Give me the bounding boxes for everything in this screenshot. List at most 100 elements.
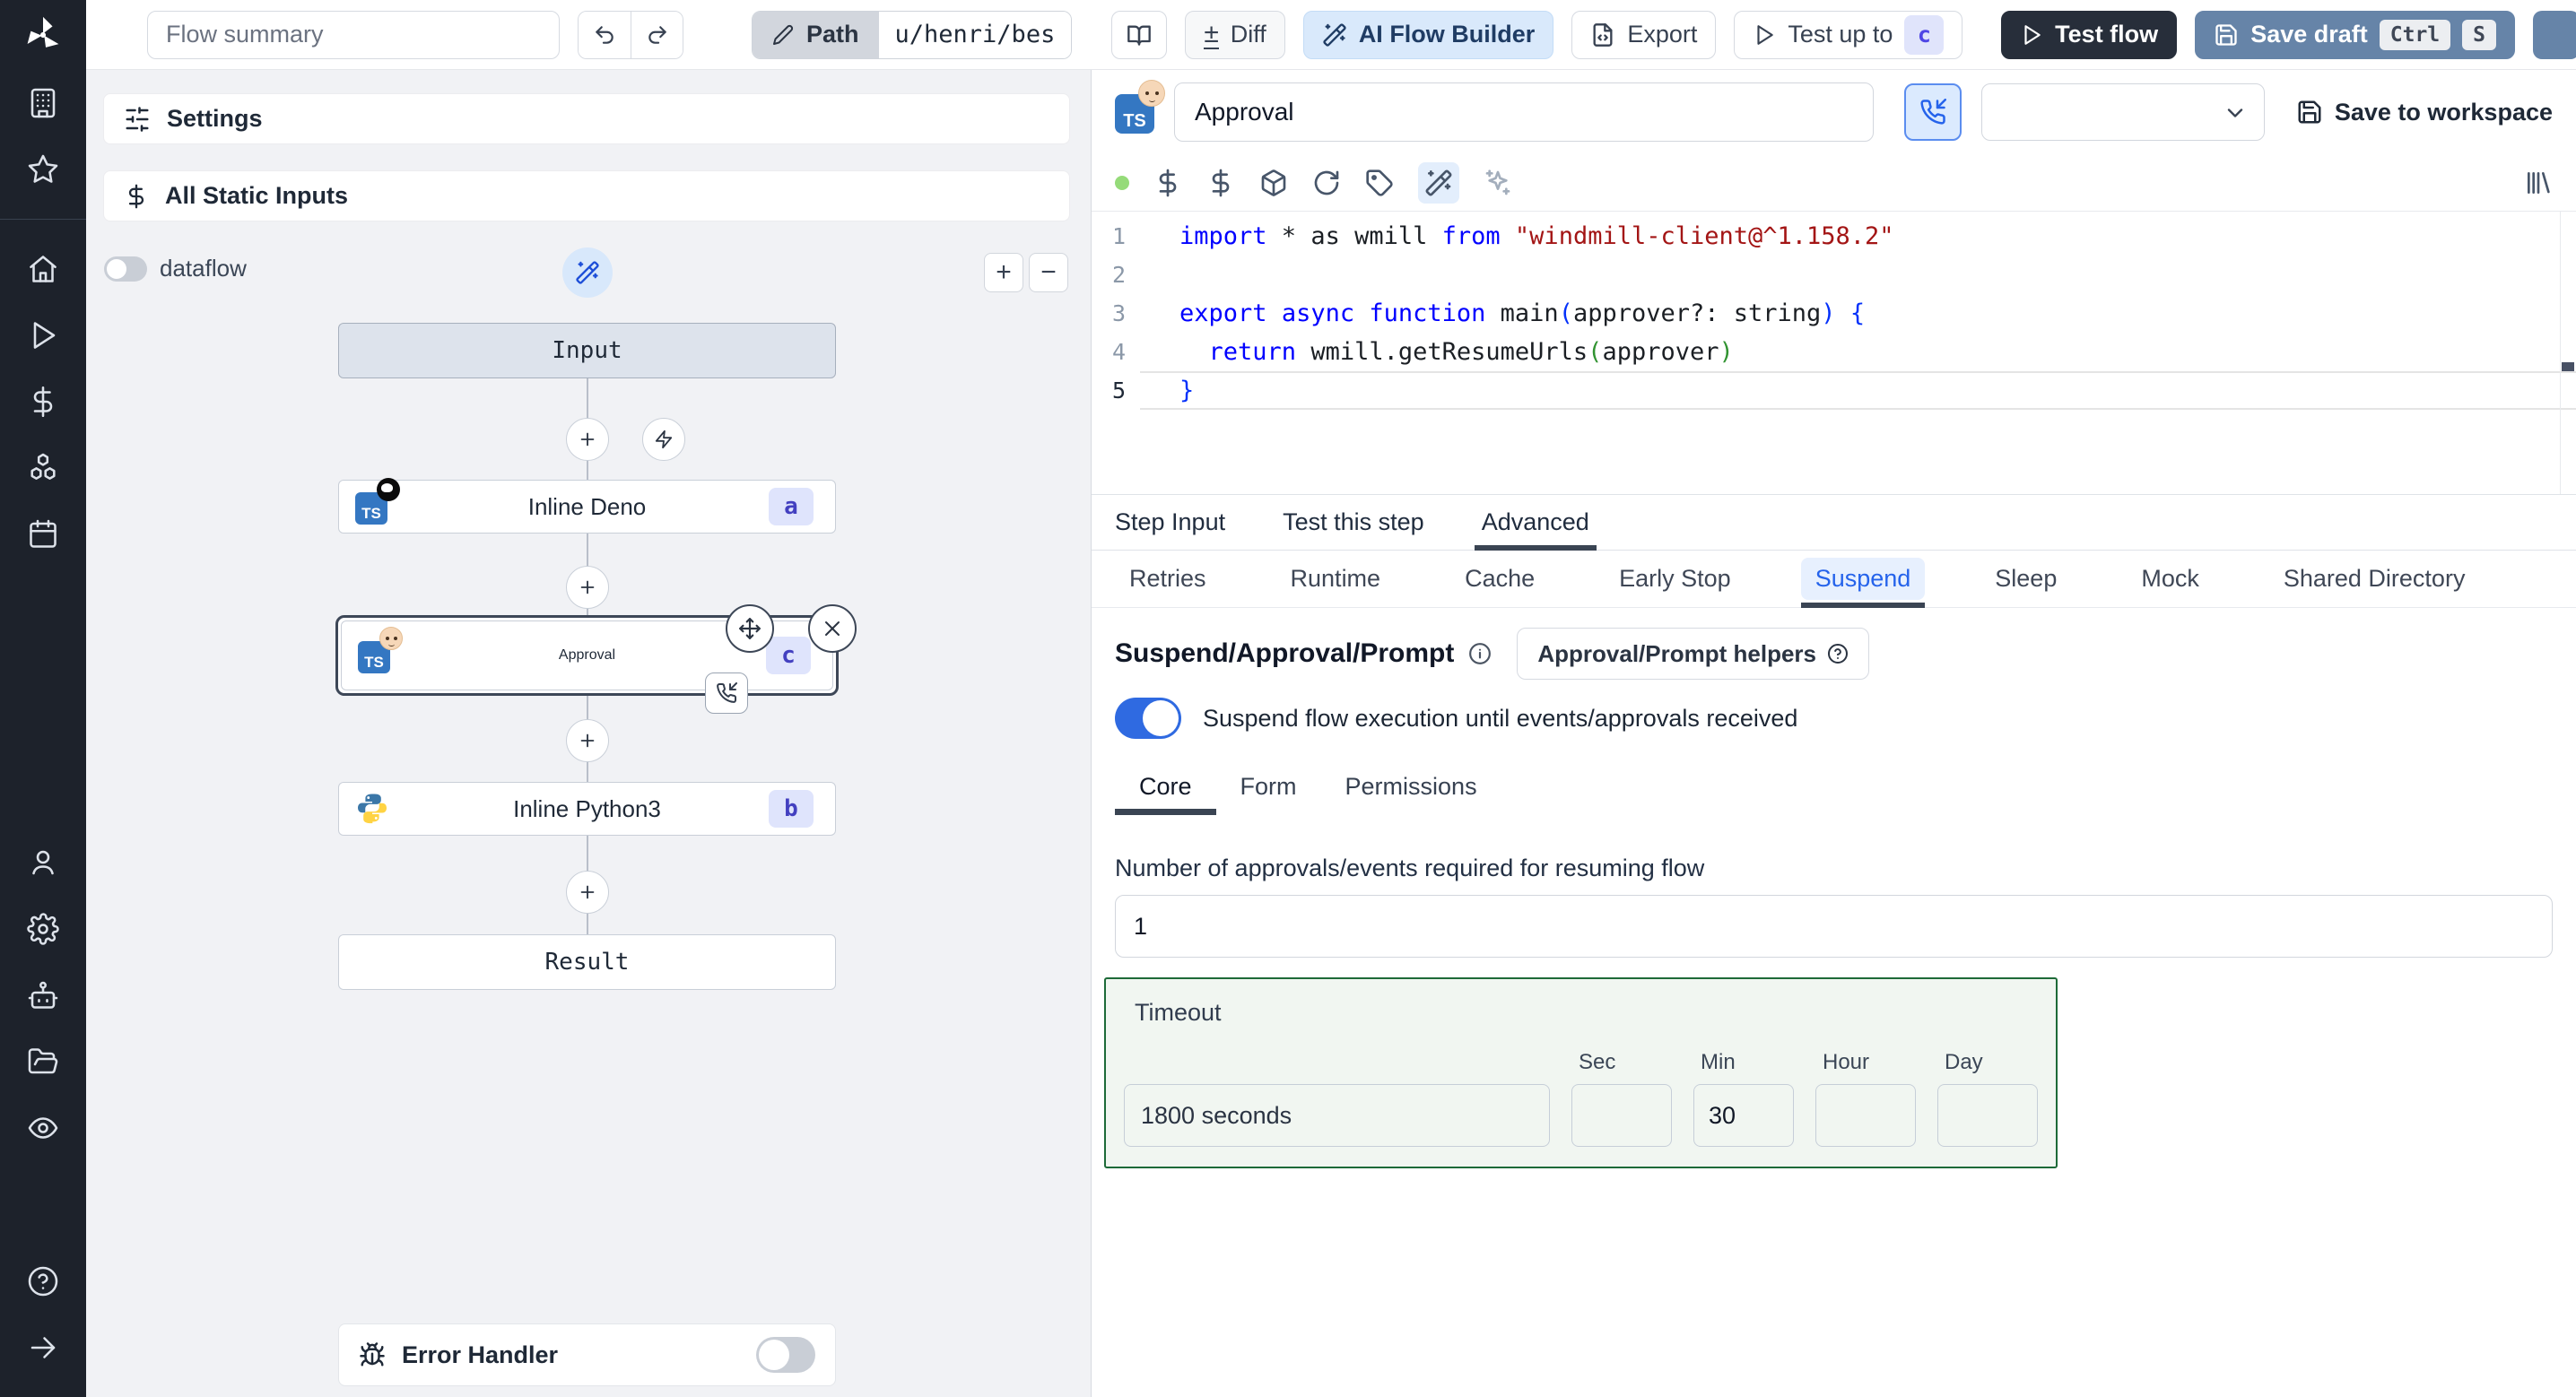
subtab-retries[interactable]: Retries (1115, 551, 1221, 607)
export-button[interactable]: Export (1571, 10, 1717, 59)
home-icon[interactable] (27, 253, 59, 285)
error-handler-card[interactable]: Error Handler (338, 1323, 836, 1386)
tab-step-input[interactable]: Step Input (1115, 495, 1225, 550)
zoom-out-button[interactable]: − (1029, 253, 1068, 292)
add-trigger-button[interactable] (642, 418, 685, 461)
min-input[interactable] (1693, 1084, 1794, 1147)
day-input[interactable] (1937, 1084, 2038, 1147)
subtab-shared-directory[interactable]: Shared Directory (2269, 551, 2480, 607)
subtab-suspend[interactable]: Suspend (1800, 551, 1926, 608)
code-line[interactable]: 2 (1092, 256, 2576, 294)
code-line[interactable]: 1 import * as wmill from "windmill-client… (1092, 217, 2576, 256)
schedules-calendar-icon[interactable] (27, 518, 59, 551)
step-name-input[interactable] (1174, 82, 1874, 142)
settings-gear-icon[interactable] (27, 913, 59, 945)
suspend-flow-toggle[interactable] (1115, 698, 1181, 739)
delete-step-button[interactable] (808, 604, 857, 653)
script-version-select[interactable] (1981, 83, 2265, 141)
test-up-to-button[interactable]: Test up to c (1734, 10, 1963, 59)
code-line[interactable]: 5} (1092, 371, 2576, 410)
diff-button[interactable]: ± Diff (1185, 10, 1285, 59)
tab-permissions[interactable]: Permissions (1321, 760, 1501, 813)
sparkles-button[interactable] (1484, 169, 1512, 197)
step-node-b[interactable]: Inline Python3 b (338, 782, 836, 836)
tab-core[interactable]: Core (1115, 760, 1216, 815)
hour-input[interactable] (1815, 1084, 1916, 1147)
subtab-cache[interactable]: Cache (1450, 551, 1549, 607)
info-icon[interactable] (1468, 642, 1492, 665)
ai-step-wand-button[interactable] (562, 247, 613, 298)
users-icon[interactable] (27, 846, 59, 879)
tab-advanced[interactable]: Advanced (1474, 495, 1597, 551)
plus-icon (580, 580, 595, 594)
deploy-button-partial[interactable] (2533, 10, 2576, 59)
subtab-early-stop[interactable]: Early Stop (1605, 551, 1745, 607)
help-icon[interactable] (27, 1265, 59, 1297)
save-draft-button[interactable]: Save draft Ctrl S (2195, 10, 2515, 59)
undo-button[interactable] (579, 11, 631, 58)
approvals-count-label: Number of approvals/events required for … (1115, 855, 1705, 881)
ai-assistant-button[interactable] (1418, 161, 1459, 204)
windmill-logo[interactable] (0, 0, 86, 70)
flow-settings-button[interactable]: Settings (103, 93, 1070, 144)
code-line[interactable]: 3 export async function main(approver?: s… (1092, 294, 2576, 333)
resources-boxes-icon[interactable] (27, 452, 59, 484)
test-flow-button[interactable]: Test flow (2001, 10, 2178, 59)
sec-input[interactable] (1571, 1084, 1672, 1147)
add-step-button-2[interactable] (566, 566, 609, 609)
add-resource-button[interactable] (1206, 169, 1235, 197)
variables-dollar-icon[interactable] (27, 386, 59, 418)
flow-result-node[interactable]: Result (338, 934, 836, 990)
save-to-workspace-label: Save to workspace (2334, 98, 2553, 126)
move-step-button[interactable] (726, 604, 774, 653)
timeout-display[interactable]: 1800 seconds (1124, 1084, 1550, 1147)
favorites-star-icon[interactable] (27, 153, 59, 186)
folders-icon[interactable] (27, 1046, 59, 1078)
add-step-button-1[interactable] (566, 418, 609, 461)
docs-button[interactable] (1111, 10, 1168, 59)
suspend-phone-indicator[interactable] (705, 672, 748, 714)
flow-input-node[interactable]: Input (338, 323, 836, 378)
add-step-button-4[interactable] (566, 871, 609, 914)
suspend-approval-toggle-button[interactable] (1904, 83, 1962, 141)
audit-eye-icon[interactable] (27, 1112, 59, 1144)
approval-prompt-helpers-button[interactable]: Approval/Prompt helpers (1517, 628, 1869, 680)
error-handler-toggle[interactable] (756, 1337, 815, 1373)
dollar-icon (1159, 169, 1177, 196)
code-text: import * as wmill from "windmill-client@… (1179, 222, 1894, 250)
code-line[interactable]: 4 return wmill.getResumeUrls(approver) (1092, 333, 2576, 371)
step-a-badge: a (769, 488, 814, 525)
zoom-in-button[interactable]: + (984, 253, 1023, 292)
all-static-inputs-button[interactable]: All Static Inputs (103, 170, 1070, 221)
sec-label: Sec (1579, 1050, 1616, 1074)
code-editor[interactable]: 1 import * as wmill from "windmill-client… (1092, 212, 2576, 495)
ai-flow-builder-button[interactable]: AI Flow Builder (1302, 10, 1554, 59)
help-circle-icon (1828, 644, 1848, 664)
dataflow-toggle[interactable] (104, 256, 147, 282)
workers-bot-icon[interactable] (27, 979, 59, 1011)
subtab-mock[interactable]: Mock (2127, 551, 2214, 607)
collapse-arrow-icon[interactable] (27, 1332, 59, 1364)
workspace-icon[interactable] (27, 87, 59, 119)
editor-scrollbar[interactable] (2560, 212, 2576, 494)
subtab-sleep[interactable]: Sleep (1980, 551, 2071, 607)
tab-form[interactable]: Form (1216, 760, 1321, 813)
reset-button[interactable] (1312, 169, 1341, 197)
subtab-runtime[interactable]: Runtime (1276, 551, 1396, 607)
add-variable-button[interactable] (1153, 169, 1182, 197)
path-button[interactable]: Path u/henri/bes (752, 10, 1073, 59)
topbar: Path u/henri/bes ± Diff AI Flow Builder E… (86, 0, 2576, 70)
bug-icon (360, 1342, 385, 1367)
flow-summary-input[interactable] (147, 10, 560, 59)
tag-button[interactable] (1365, 169, 1394, 197)
approvals-count-input[interactable] (1115, 895, 2553, 958)
redo-button[interactable] (631, 11, 683, 58)
runs-play-icon[interactable] (27, 319, 59, 351)
library-button[interactable] (2524, 169, 2553, 197)
add-step-button-3[interactable] (566, 719, 609, 762)
all-static-inputs-label: All Static Inputs (165, 182, 349, 209)
tab-test-this-step[interactable]: Test this step (1283, 495, 1424, 550)
step-node-a[interactable]: TS Inline Deno a (338, 478, 836, 534)
package-button[interactable] (1259, 169, 1288, 197)
save-to-workspace-button[interactable]: Save to workspace (2296, 99, 2553, 126)
